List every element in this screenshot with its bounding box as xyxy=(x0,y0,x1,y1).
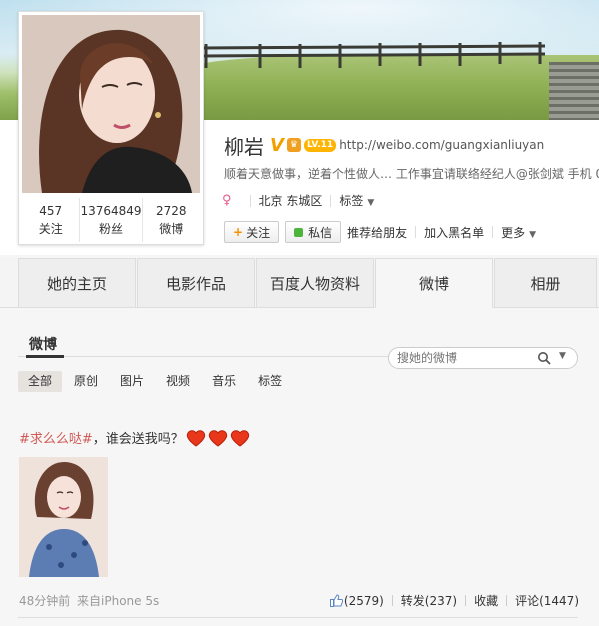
cover-fence xyxy=(200,42,546,68)
stat-posts-label: 微博 xyxy=(159,222,184,236)
post-actions: (2579) 转发(237) 收藏 评论(1447) xyxy=(329,592,579,609)
filter-all[interactable]: 全部 xyxy=(18,371,63,392)
post-image[interactable] xyxy=(19,457,108,577)
profile-meta-row: ♀ 北京 东城区 标签 ▼ xyxy=(222,192,374,209)
heart-icon xyxy=(186,429,206,447)
tab-album[interactable]: 相册 xyxy=(494,258,597,307)
feed-section: 微博 ▼ 全部 原创 图片 视频 音乐 标签 #求么么哒# ，谁会送我吗？ xyxy=(0,308,599,626)
filter-images[interactable]: 图片 xyxy=(110,371,154,392)
stat-posts[interactable]: 2728 微博 xyxy=(143,198,200,242)
profile-stats: 457 关注 13764849 粉丝 2728 微博 xyxy=(22,198,200,242)
verified-icon[interactable]: V xyxy=(270,135,284,156)
post-divider xyxy=(18,617,578,618)
follow-button[interactable]: + 关注 xyxy=(224,221,280,243)
female-icon: ♀ xyxy=(222,193,232,208)
level-badge[interactable]: LV.11 xyxy=(303,138,337,152)
stat-following-count: 457 xyxy=(39,204,63,218)
comment-button[interactable]: 评论(1447) xyxy=(515,592,579,609)
more-label: 更多 xyxy=(501,225,526,240)
favorite-button[interactable]: 收藏 xyxy=(474,592,498,609)
divider xyxy=(506,595,508,606)
post-source-prefix: 来自 xyxy=(77,594,102,608)
profile-tags-dropdown[interactable]: 标签 ▼ xyxy=(339,192,374,209)
message-button-label: 私信 xyxy=(308,225,333,240)
filter-tags[interactable]: 标签 xyxy=(248,371,292,392)
tab-weibo[interactable]: 微博 xyxy=(375,258,493,308)
plus-icon: + xyxy=(233,225,244,239)
chevron-down-icon[interactable]: ▼ xyxy=(559,351,566,361)
divider xyxy=(249,194,251,207)
avatar[interactable] xyxy=(22,15,200,193)
heart-icon xyxy=(230,429,250,447)
stat-posts-count: 2728 xyxy=(156,204,187,218)
profile-tabs: 她的主页 电影作品 百度人物资料 微博 相册 xyxy=(0,258,599,308)
divider xyxy=(492,226,494,238)
post-body: ，谁会送我吗？ xyxy=(92,432,184,447)
feed-search-box: ▼ xyxy=(388,347,578,369)
post-text: #求么么哒# ，谁会送我吗？ xyxy=(19,428,250,447)
message-button[interactable]: 私信 xyxy=(285,221,342,243)
avatar-card: 457 关注 13764849 粉丝 2728 微博 xyxy=(18,11,204,245)
message-icon xyxy=(294,227,304,237)
stat-followers-label: 粉丝 xyxy=(99,222,124,236)
stat-following[interactable]: 457 关注 xyxy=(22,198,81,242)
profile-name-row: 柳岩 V ♛ LV.11 http://weibo.com/guangxianl… xyxy=(224,132,544,159)
chevron-down-icon: ▼ xyxy=(367,198,375,208)
filter-videos[interactable]: 视频 xyxy=(156,371,200,392)
chevron-down-icon: ▼ xyxy=(529,229,537,240)
recommend-link[interactable]: 推荐给朋友 xyxy=(347,224,407,241)
profile-location[interactable]: 北京 东城区 xyxy=(259,192,323,209)
tab-home[interactable]: 她的主页 xyxy=(18,258,136,307)
member-crown-icon[interactable]: ♛ xyxy=(286,138,301,152)
heart-icon xyxy=(208,429,228,447)
repost-button[interactable]: 转发(237) xyxy=(401,592,457,609)
feed-filters: 全部 原创 图片 视频 音乐 标签 xyxy=(18,371,294,392)
profile-url-link[interactable]: http://weibo.com/guangxianliuyan xyxy=(339,138,544,152)
post-timestamp[interactable]: 48分钟前 xyxy=(19,592,70,609)
feed-title-underline xyxy=(26,355,64,358)
post-photo-graphic xyxy=(19,457,108,577)
post-hashtag[interactable]: #求么么哒# xyxy=(19,428,93,447)
thumbs-up-icon xyxy=(329,594,343,607)
filter-original[interactable]: 原创 xyxy=(64,371,108,392)
divider xyxy=(465,595,467,606)
divider xyxy=(391,595,393,606)
divider xyxy=(330,194,332,207)
search-icon[interactable] xyxy=(537,351,551,365)
profile-actions: + 关注 私信 推荐给朋友 加入黑名单 更多 ▼ xyxy=(224,221,536,243)
post-source: 来自iPhone 5s xyxy=(77,592,159,609)
more-dropdown[interactable]: 更多 ▼ xyxy=(501,224,536,241)
profile-name: 柳岩 xyxy=(224,134,264,159)
like-button[interactable]: (2579) xyxy=(329,593,384,608)
follow-button-label: 关注 xyxy=(246,225,271,240)
feed-search-input[interactable] xyxy=(397,350,527,366)
avatar-portrait-graphic xyxy=(22,15,200,193)
profile-bio: 顺着天意做事，逆着个性做人… 工作事宜请联络经纪人@张剑斌 手机 0 xyxy=(224,167,599,181)
divider xyxy=(415,226,417,238)
post-footer: 48分钟前 来自iPhone 5s (2579) 转发(237) 收藏 评论(1… xyxy=(19,592,579,609)
feed-title: 微博 xyxy=(29,337,57,353)
tab-films[interactable]: 电影作品 xyxy=(137,258,255,307)
stat-followers-count: 13764849 xyxy=(80,204,142,218)
filter-music[interactable]: 音乐 xyxy=(202,371,246,392)
tab-baidu-profile[interactable]: 百度人物资料 xyxy=(256,258,374,307)
post-source-device[interactable]: iPhone 5s xyxy=(101,594,159,608)
stat-followers[interactable]: 13764849 粉丝 xyxy=(80,198,143,242)
like-count: (2579) xyxy=(343,593,384,608)
blacklist-link[interactable]: 加入黑名单 xyxy=(424,224,484,241)
cover-steps xyxy=(549,62,599,120)
stat-following-label: 关注 xyxy=(38,222,63,236)
profile-tags-label: 标签 xyxy=(339,194,364,208)
